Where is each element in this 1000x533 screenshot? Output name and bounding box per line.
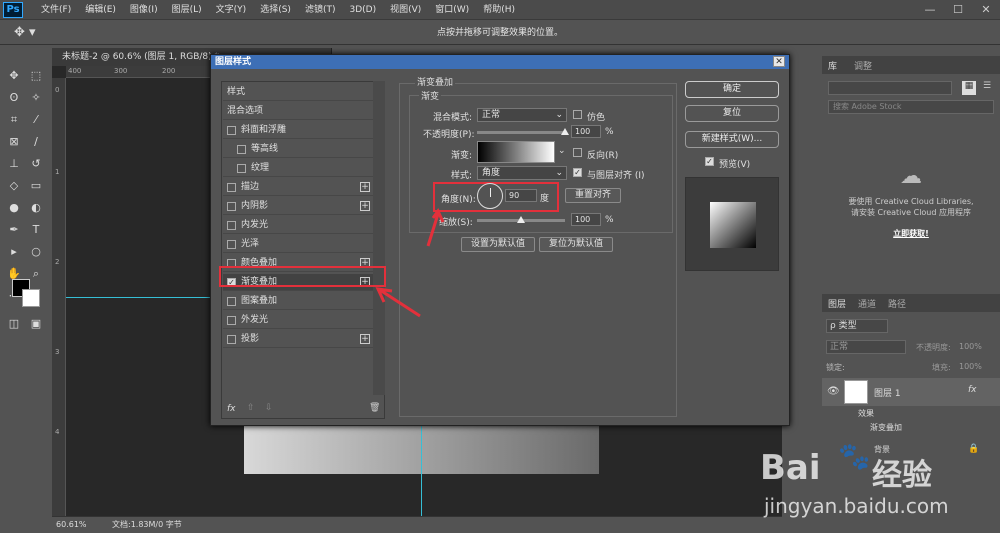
watermark-url: jingyan.baidu.com xyxy=(764,494,949,518)
watermark-brand: Bai xyxy=(760,448,821,488)
baidu-watermark: Bai 🐾 经验 jingyan.baidu.com xyxy=(750,440,1000,530)
annotation-arrow-angle xyxy=(426,208,445,247)
annotation-arrow-list xyxy=(375,287,421,318)
paw-icon: 🐾 xyxy=(838,442,871,472)
watermark-brand2: 经验 xyxy=(872,458,932,493)
